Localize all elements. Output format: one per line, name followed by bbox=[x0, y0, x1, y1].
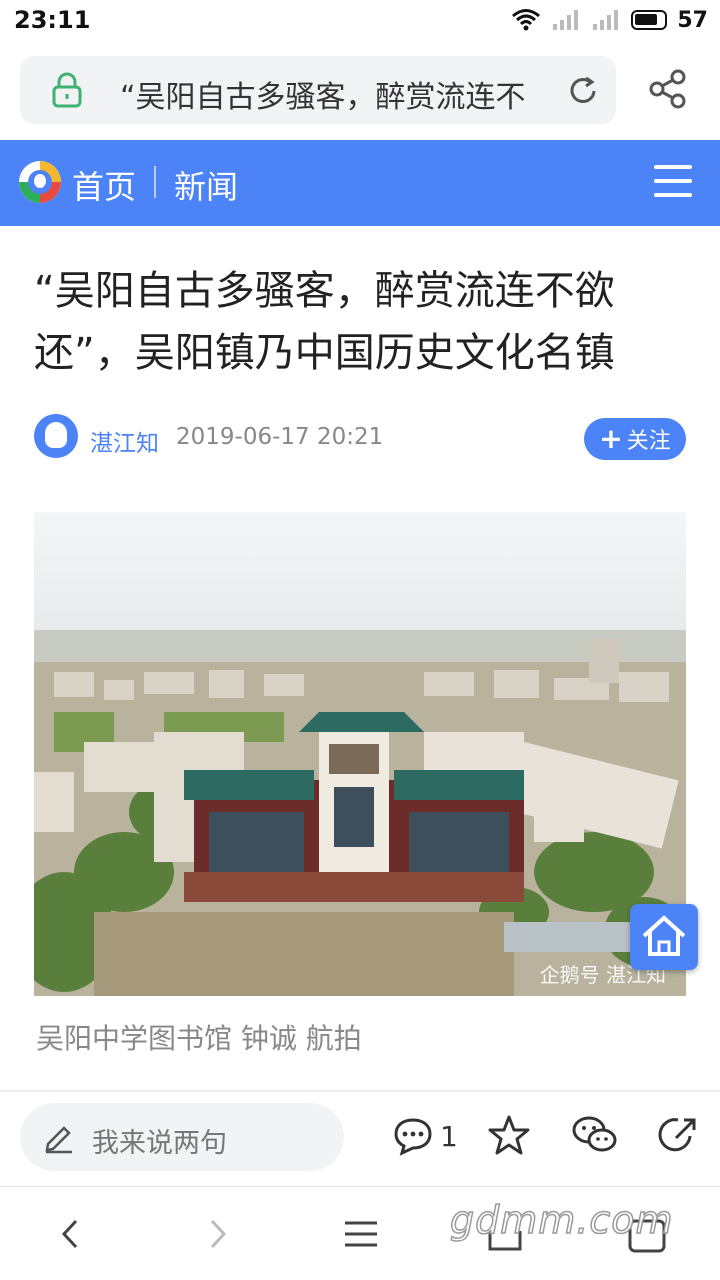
article-photo: 企鹅号 湛江知 bbox=[34, 512, 686, 996]
refresh-icon[interactable] bbox=[566, 74, 600, 108]
pen-icon bbox=[45, 1126, 72, 1154]
site-navbar: 首页 新闻 bbox=[0, 140, 720, 226]
photo-caption: 吴阳中学图书馆 钟诚 航拍 bbox=[36, 1022, 362, 1055]
comment-icon[interactable] bbox=[392, 1116, 434, 1156]
nav-news-link[interactable]: 新闻 bbox=[174, 162, 238, 208]
wechat-icon[interactable] bbox=[572, 1114, 618, 1156]
signal-icon-2 bbox=[593, 10, 619, 30]
url-text: “吴阳自古多骚客，醉赏流连不 bbox=[120, 80, 526, 115]
star-icon[interactable] bbox=[488, 1114, 530, 1156]
nav-home-link[interactable]: 首页 bbox=[72, 162, 136, 208]
tencent-news-logo[interactable] bbox=[18, 160, 62, 204]
status-time: 23:11 bbox=[14, 6, 91, 34]
battery-level: 57 bbox=[677, 7, 708, 33]
publish-time: 2019-06-17 20:21 bbox=[176, 424, 384, 450]
share-out-icon[interactable] bbox=[658, 1114, 698, 1156]
nav-separator bbox=[154, 166, 156, 198]
menu-icon[interactable] bbox=[654, 165, 692, 199]
home-float-button[interactable] bbox=[630, 904, 698, 970]
wifi-icon bbox=[512, 9, 541, 31]
back-icon[interactable] bbox=[50, 1213, 92, 1255]
share-icon[interactable] bbox=[648, 68, 688, 110]
comment-input[interactable]: 我来说两句 bbox=[20, 1103, 344, 1171]
forward-icon[interactable] bbox=[196, 1213, 238, 1255]
author-avatar[interactable] bbox=[34, 414, 78, 458]
home-icon bbox=[642, 915, 686, 956]
plus-icon: + bbox=[599, 422, 623, 455]
divider bbox=[0, 1090, 720, 1092]
address-bar-row: “吴阳自古多骚客，醉赏流连不 bbox=[0, 48, 720, 132]
address-bar[interactable]: “吴阳自古多骚客，醉赏流连不 bbox=[20, 56, 616, 124]
lock-icon bbox=[52, 72, 82, 108]
aerial-library-photo: 企鹅号 湛江知 bbox=[34, 512, 686, 996]
signal-icon-1 bbox=[553, 10, 579, 30]
status-icons: 57 bbox=[511, 6, 708, 34]
follow-label: 关注 bbox=[626, 429, 671, 454]
article-title: “吴阳自古多骚客，醉赏流连不欲还”，吴阳镇乃中国历史文化名镇 bbox=[34, 268, 615, 376]
status-bar: 23:11 57 bbox=[0, 0, 720, 42]
site-watermark: gdmm.com bbox=[449, 1197, 674, 1243]
battery-icon bbox=[631, 10, 668, 30]
menu-lines-icon[interactable] bbox=[340, 1213, 382, 1255]
author-name[interactable]: 湛江知 bbox=[90, 424, 159, 458]
follow-button[interactable]: + 关注 bbox=[584, 418, 686, 460]
comment-placeholder: 我来说两句 bbox=[92, 1128, 227, 1159]
comment-count: 1 bbox=[440, 1120, 458, 1153]
